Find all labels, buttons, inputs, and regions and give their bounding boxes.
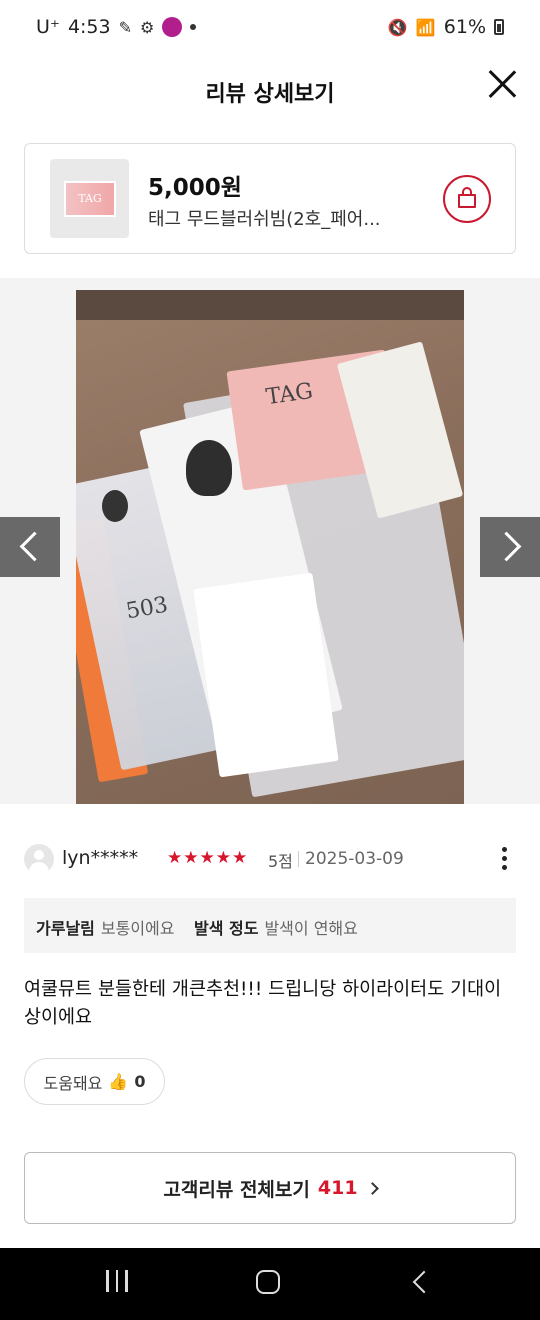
attribute-key: 가루날림 bbox=[36, 919, 95, 938]
review-image-viewer: TAG 503 bbox=[0, 278, 540, 804]
product-card[interactable]: TAG 5,000원 태그 무드블러쉬빔(2호_페어... bbox=[24, 143, 516, 254]
previous-image-button[interactable] bbox=[0, 517, 60, 577]
pen-icon: ✎ bbox=[118, 17, 133, 37]
view-all-reviews-button[interactable]: 고객리뷰 전체보기 411 bbox=[24, 1152, 516, 1224]
helpful-count: 0 bbox=[134, 1072, 146, 1091]
star-icon: ★ bbox=[167, 848, 183, 868]
product-name: 태그 무드블러쉬빔(2호_페어... bbox=[148, 209, 381, 230]
star-icon: ★ bbox=[232, 848, 248, 868]
review-date: 2025-03-09 bbox=[305, 849, 404, 869]
settings-icon: ⚙ bbox=[140, 17, 155, 37]
star-icon: ★ bbox=[183, 848, 199, 868]
page-title: 리뷰 상세보기 bbox=[205, 82, 335, 107]
add-to-cart-button[interactable] bbox=[443, 175, 491, 223]
divider bbox=[298, 851, 299, 867]
product-price: 5,000원 bbox=[148, 175, 242, 201]
status-bar: U⁺ 4:53 ✎ ⚙ 🔇 📶 61% bbox=[0, 0, 540, 50]
attribute-key: 발색 정도 bbox=[194, 919, 259, 938]
star-icon: ★ bbox=[215, 848, 231, 868]
attribute-item: 발색 정도 발색이 연해요 bbox=[194, 915, 358, 939]
view-all-reviews-label: 고객리뷰 전체보기 bbox=[163, 1178, 310, 1201]
attribute-item: 가루날림 보통이에요 bbox=[36, 915, 175, 939]
attribute-value: 발색이 연해요 bbox=[264, 919, 358, 938]
mute-icon: 🔇 bbox=[387, 17, 408, 37]
close-icon[interactable] bbox=[486, 68, 518, 100]
review-text: 여쿨뮤트 분들한테 개큰추천!!! 드립니당 하이라이터도 기대이상이에요 bbox=[24, 979, 502, 1028]
rating-score: 5점 bbox=[268, 852, 293, 871]
battery-icon bbox=[494, 19, 504, 35]
star-icon: ★ bbox=[199, 848, 215, 868]
helpful-label: 도움돼요 bbox=[43, 1073, 103, 1093]
review-photo[interactable]: TAG 503 bbox=[76, 290, 464, 804]
chevron-right-icon bbox=[365, 1181, 379, 1195]
clock: 4:53 bbox=[67, 16, 111, 38]
thumbs-up-icon: 👍 bbox=[108, 1072, 129, 1091]
wifi-icon: 📶 bbox=[415, 17, 436, 37]
app-notification-icon bbox=[162, 17, 183, 37]
star-rating: ★ ★ ★ ★ ★ bbox=[167, 848, 247, 868]
avatar bbox=[24, 844, 54, 874]
battery-percent: 61% bbox=[443, 16, 486, 38]
product-thumbnail: TAG bbox=[50, 159, 129, 238]
product-thumbnail-label: TAG bbox=[78, 192, 102, 205]
carrier-label: U⁺ bbox=[36, 16, 60, 38]
reviewer-name: lyn***** bbox=[62, 847, 139, 869]
back-button[interactable] bbox=[412, 1270, 436, 1294]
review-meta: lyn***** ★ ★ ★ ★ ★ 5점 2025-03-09 bbox=[24, 843, 516, 875]
review-attributes: 가루날림 보통이에요 발색 정도 발색이 연해요 bbox=[24, 898, 516, 953]
attribute-value: 보통이에요 bbox=[100, 919, 175, 938]
recent-apps-button[interactable] bbox=[106, 1270, 132, 1294]
review-count: 411 bbox=[317, 1177, 358, 1199]
system-nav-bar bbox=[0, 1248, 540, 1320]
helpful-button[interactable]: 도움돼요 👍 0 bbox=[24, 1058, 165, 1105]
next-image-button[interactable] bbox=[480, 517, 540, 577]
home-button[interactable] bbox=[256, 1270, 280, 1294]
more-options-icon[interactable] bbox=[500, 847, 508, 873]
more-notifications-dot bbox=[190, 24, 197, 30]
header: 리뷰 상세보기 bbox=[0, 50, 540, 130]
